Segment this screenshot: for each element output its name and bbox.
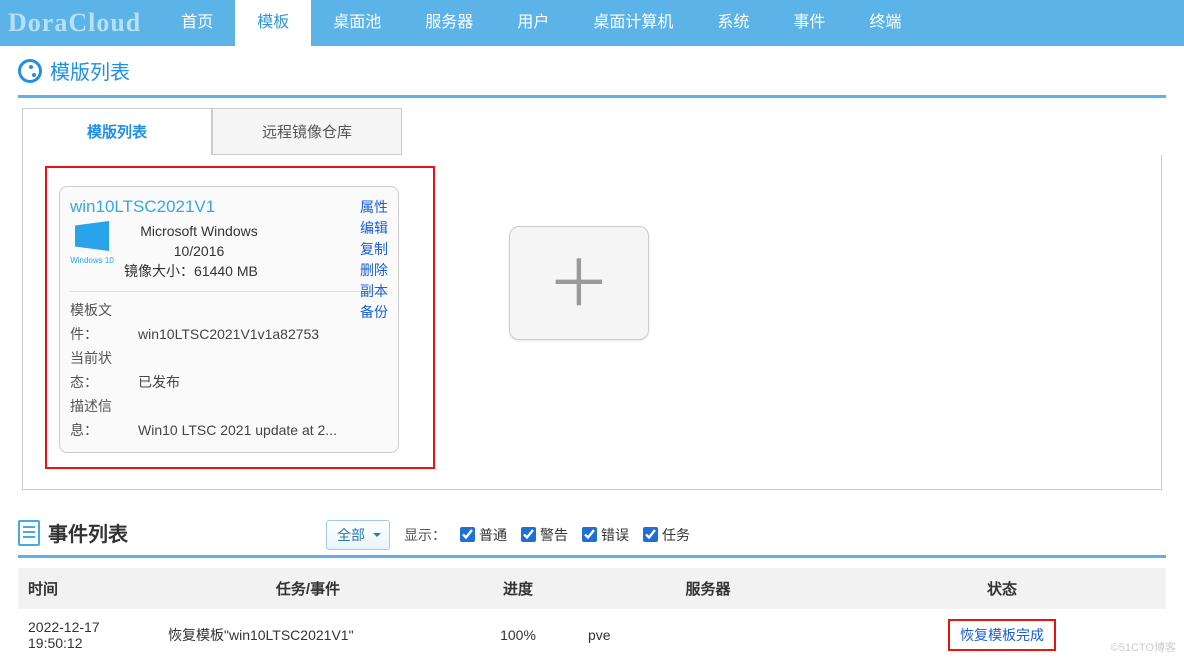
nav-desktop-pool[interactable]: 桌面池 [311, 0, 403, 46]
template-desc: Win10 LTSC 2021 update at 2... [138, 422, 337, 438]
watermark: ©51CTO博客 [1111, 639, 1176, 655]
action-edit[interactable]: 编辑 [360, 218, 388, 239]
tab-template-list[interactable]: 模版列表 [22, 108, 212, 155]
action-copy[interactable]: 复制 [360, 239, 388, 260]
col-task: 任务/事件 [158, 568, 458, 609]
action-replica[interactable]: 副本 [360, 281, 388, 302]
cell-task: 恢复模板"win10LTSC2021V1" [158, 609, 458, 661]
col-progress: 进度 [458, 568, 578, 609]
template-state: 已发布 [138, 374, 180, 390]
section-title: 模版列表 [18, 56, 1166, 85]
windows-icon: Windows 10 [70, 221, 114, 265]
col-status: 状态 [838, 568, 1166, 609]
image-size: 镜像大小：61440 MB [124, 261, 274, 281]
template-file: win10LTSC2021V1v1a82753 [138, 326, 319, 342]
document-icon [18, 520, 40, 546]
content-panel: win10LTSC2021V1 属性 编辑 复制 删除 副本 备份 Window… [22, 155, 1162, 490]
events-title: 事件列表 [48, 518, 128, 547]
add-template-button[interactable]: ＋ [509, 226, 649, 340]
filter-select[interactable]: 全部 [326, 520, 390, 550]
action-properties[interactable]: 属性 [360, 197, 388, 218]
nav-terminals[interactable]: 终端 [847, 0, 923, 46]
checkbox-normal[interactable]: 普通 [460, 525, 507, 545]
checkbox-error[interactable]: 错误 [582, 525, 629, 545]
checkbox-task[interactable]: 任务 [643, 525, 690, 545]
tab-remote-repo[interactable]: 远程镜像仓库 [212, 108, 402, 155]
events-table: 时间 任务/事件 进度 服务器 状态 2022-12-17 19:50:12 恢… [18, 568, 1166, 661]
highlight-box: win10LTSC2021V1 属性 编辑 复制 删除 副本 备份 Window… [45, 166, 435, 469]
action-backup[interactable]: 备份 [360, 302, 388, 323]
reel-icon [18, 59, 42, 83]
nav-servers[interactable]: 服务器 [403, 0, 495, 46]
nav-templates[interactable]: 模板 [235, 0, 311, 46]
cell-time: 2022-12-17 19:50:12 [18, 609, 158, 661]
col-server: 服务器 [578, 568, 838, 609]
checkbox-warn[interactable]: 警告 [521, 525, 568, 545]
show-label: 显示： [404, 525, 446, 545]
card-actions: 属性 编辑 复制 删除 副本 备份 [360, 197, 388, 323]
os-name: Microsoft Windows 10/2016 [124, 221, 274, 261]
table-row[interactable]: 2022-12-17 19:50:12 恢复模板"win10LTSC2021V1… [18, 609, 1166, 661]
action-delete[interactable]: 删除 [360, 260, 388, 281]
col-time: 时间 [18, 568, 158, 609]
template-name: win10LTSC2021V1 [70, 197, 215, 217]
nav-system[interactable]: 系统 [695, 0, 771, 46]
nav-home[interactable]: 首页 [159, 0, 235, 46]
divider [18, 95, 1166, 98]
page-title: 模版列表 [50, 56, 130, 85]
cell-server: pve [578, 609, 838, 661]
top-nav: DoraCloud 首页 模板 桌面池 服务器 用户 桌面计算机 系统 事件 终… [0, 0, 1184, 46]
nav-events[interactable]: 事件 [771, 0, 847, 46]
nav-users[interactable]: 用户 [495, 0, 571, 46]
cell-progress: 100% [458, 609, 578, 661]
divider [18, 555, 1166, 558]
brand-logo: DoraCloud [0, 8, 159, 38]
nav-desktops[interactable]: 桌面计算机 [571, 0, 695, 46]
template-card[interactable]: win10LTSC2021V1 属性 编辑 复制 删除 副本 备份 Window… [59, 186, 399, 453]
